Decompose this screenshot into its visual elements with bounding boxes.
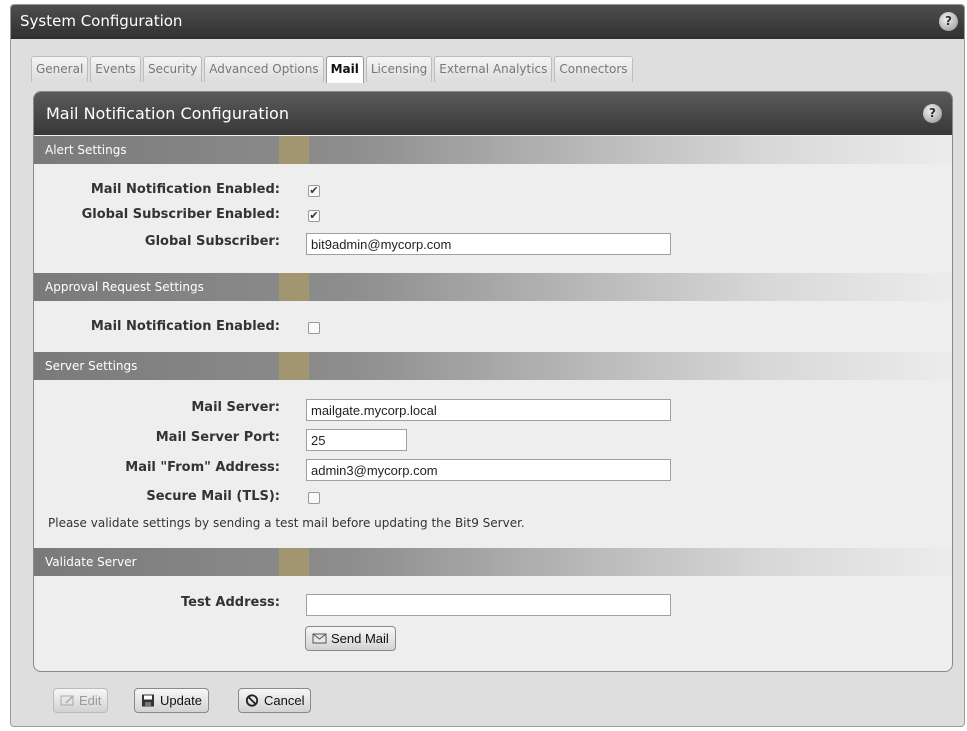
secure-mail-tls-label: Secure Mail (TLS):: [146, 489, 280, 504]
mail-server-port-input[interactable]: [306, 429, 407, 451]
global-subscriber-input[interactable]: [306, 233, 671, 255]
approval-mail-notification-label: Mail Notification Enabled:: [90, 319, 280, 334]
approval-mail-notification-checkbox[interactable]: [308, 322, 320, 334]
mail-from-address-label: Mail "From" Address:: [125, 460, 280, 475]
tab-licensing[interactable]: Licensing: [365, 56, 433, 82]
tab-general[interactable]: General: [31, 56, 89, 82]
approval-mail-notification-row: Mail Notification Enabled:: [34, 317, 952, 339]
alert-mail-notification-checkbox[interactable]: ✔: [308, 185, 320, 197]
tab-connectors[interactable]: Connectors: [554, 56, 633, 82]
mail-server-port-label: Mail Server Port:: [155, 430, 280, 445]
update-button[interactable]: Update: [134, 688, 209, 713]
global-subscriber-enabled-checkbox[interactable]: ✔: [308, 210, 320, 222]
edit-button[interactable]: Edit: [53, 688, 109, 713]
alert-mail-notification-label: Mail Notification Enabled:: [90, 182, 280, 197]
secure-mail-tls-row: Secure Mail (TLS):: [34, 487, 952, 509]
test-address-row: Test Address:: [34, 593, 952, 616]
tab-events[interactable]: Events: [90, 56, 141, 82]
cancel-icon: [245, 694, 259, 707]
tab-security[interactable]: Security: [142, 56, 203, 82]
tab-advanced-options[interactable]: Advanced Options: [204, 56, 324, 82]
section-header-validate-server: Validate Server: [34, 548, 952, 576]
mail-notification-panel: Mail Notification Configuration ? Alert …: [33, 91, 953, 672]
tab-bar: General Events Security Advanced Options…: [31, 56, 635, 83]
window-title: System Configuration: [20, 12, 183, 30]
help-icon[interactable]: ?: [939, 12, 958, 31]
window-titlebar: System Configuration ?: [11, 5, 964, 39]
mail-from-address-input[interactable]: [306, 459, 671, 481]
mail-from-address-row: Mail "From" Address:: [34, 458, 952, 481]
edit-label: Edit: [79, 693, 102, 708]
alert-mail-notification-row: Mail Notification Enabled: ✔: [34, 180, 952, 202]
mail-server-label: Mail Server:: [191, 400, 280, 415]
section-header-approval-request-settings: Approval Request Settings: [34, 273, 952, 301]
tab-mail[interactable]: Mail: [325, 56, 364, 83]
system-configuration-window: System Configuration ? General Events Se…: [10, 4, 965, 727]
global-subscriber-label: Global Subscriber:: [144, 234, 280, 249]
cancel-label: Cancel: [264, 693, 305, 708]
send-mail-button[interactable]: Send Mail: [305, 626, 396, 651]
update-label: Update: [160, 693, 202, 708]
mail-server-row: Mail Server:: [34, 398, 952, 421]
mail-server-input[interactable]: [306, 399, 671, 421]
global-subscriber-enabled-row: Global Subscriber Enabled: ✔: [34, 205, 952, 227]
test-address-input[interactable]: [306, 594, 671, 616]
test-address-label: Test Address:: [180, 595, 280, 610]
section-header-server-settings: Server Settings: [34, 352, 952, 380]
secure-mail-tls-checkbox[interactable]: [308, 492, 320, 504]
panel-header: Mail Notification Configuration ?: [34, 92, 952, 135]
panel-help-icon[interactable]: ?: [923, 104, 942, 123]
panel-title: Mail Notification Configuration: [46, 104, 289, 123]
validation-note: Please validate settings by sending a te…: [48, 516, 525, 530]
section-header-alert-settings: Alert Settings: [34, 136, 952, 164]
cancel-button[interactable]: Cancel: [238, 688, 312, 713]
mail-icon: [312, 633, 327, 644]
edit-icon: [60, 695, 74, 706]
send-mail-label: Send Mail: [331, 631, 389, 646]
global-subscriber-row: Global Subscriber:: [34, 232, 952, 255]
mail-server-port-row: Mail Server Port:: [34, 428, 952, 451]
tab-external-analytics[interactable]: External Analytics: [434, 56, 553, 82]
global-subscriber-enabled-label: Global Subscriber Enabled:: [81, 207, 280, 222]
save-icon: [142, 694, 154, 707]
